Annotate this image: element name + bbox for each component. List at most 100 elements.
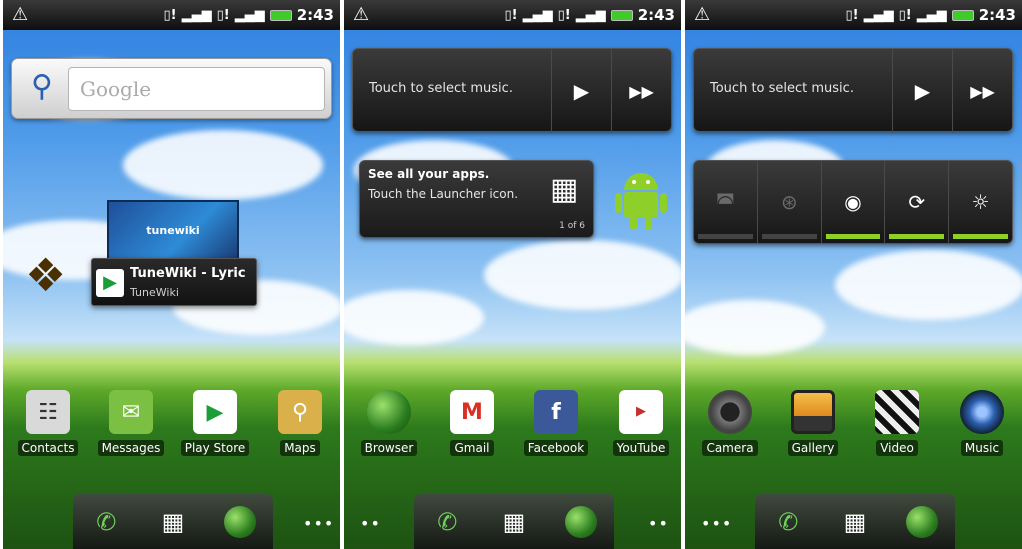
battery-icon [610,9,633,21]
sync-toggle[interactable]: ⟳ [884,161,948,243]
bluetooth-icon: ⊛ [780,190,798,214]
signal1-icon: ▂▄▆ [181,7,212,23]
contacts-icon: ☷ [26,390,70,434]
browser-dock-button[interactable] [902,502,942,542]
app-browser[interactable]: Browser [349,388,429,468]
tooltip-page-count: 1 of 6 [559,221,585,231]
drag-app-title: TuneWiki - Lyric [130,266,246,281]
facebook-icon: f [534,390,578,434]
signal2-icon: ▂▄▆ [916,7,947,23]
browser-icon [367,390,411,434]
app-music[interactable]: Music [942,388,1022,468]
launcher-dock: ✆ ▦ [73,494,273,549]
next-track-button[interactable]: ▶▶ [952,49,1012,133]
app-contacts[interactable]: ☷ Contacts [8,388,88,468]
sync-icon: ⟳ [908,190,926,214]
gps-toggle[interactable]: ◉ [820,161,885,243]
tooltip-body: Touch the Launcher icon. [368,187,519,201]
globe-icon [564,505,597,538]
home-screen-3: ⚠ ▯! ▂▄▆ ▯! ▂▄▆ 2:43 Touch to select mus… [685,0,1022,549]
battery-icon [269,9,292,21]
sim1-icon: ▯! [845,7,859,23]
play-icon: ▶ [573,79,590,103]
page-indicator-right[interactable]: ••• [303,514,334,533]
music-widget[interactable]: Touch to select music. ▶ ▶▶ [693,48,1013,133]
battery-icon [951,9,974,21]
app-label: YouTube [612,440,670,456]
app-label: Contacts [17,440,79,456]
app-row: ☷ Contacts ✉ Messages ▶ Play Store ⚲ Map… [3,388,340,468]
status-bar: ⚠ ▯! ▂▄▆ ▯! ▂▄▆ 2:43 [3,0,340,30]
page-indicator-left[interactable]: ••• [701,514,732,533]
app-label: Camera [702,440,758,456]
page-indicator-right[interactable]: •• [648,514,669,533]
browser-dock-button[interactable] [561,502,601,542]
launcher-icon[interactable]: ▦ [494,502,534,542]
app-messages[interactable]: ✉ Messages [91,388,171,468]
tunewiki-widget-thumbnail[interactable]: tunewiki [107,200,239,260]
next-icon: ▶▶ [629,81,654,101]
phone-icon[interactable]: ✆ [768,502,808,542]
app-maps[interactable]: ⚲ Maps [260,388,340,468]
home-screen-1: ⚠ ▯! ▂▄▆ ▯! ▂▄▆ 2:43 ⚲ Google tunewiki ▶… [3,0,340,549]
gmail-icon: M [450,390,494,434]
phone-icon[interactable]: ✆ [427,502,467,542]
signal2-icon: ▂▄▆ [575,7,606,23]
clapperboard-icon [875,390,919,434]
play-icon: ▶ [914,79,931,103]
play-store-icon: ▶ [96,269,124,297]
app-facebook[interactable]: f Facebook [516,388,596,468]
globe-icon [905,505,938,538]
clock: 2:43 [978,6,1016,24]
phone-icon[interactable]: ✆ [86,502,126,542]
search-icon[interactable]: ⚲ [22,67,62,111]
launcher-dock: ✆ ▦ [755,494,955,549]
app-label: Music [960,440,1004,456]
signal1-icon: ▂▄▆ [522,7,553,23]
gps-icon: ◉ [844,190,862,214]
search-input[interactable]: Google [68,67,325,111]
app-label: Messages [97,440,165,456]
play-button[interactable]: ▶ [551,49,611,133]
launcher-icon[interactable]: ▦ [153,502,193,542]
app-label: Play Store [180,440,250,456]
music-widget-label[interactable]: Touch to select music. [369,81,513,96]
butterfly-icon: ❖ [25,248,67,302]
warning-icon: ⚠ [694,4,711,25]
signal2-icon: ▂▄▆ [234,7,265,23]
sim1-icon: ▯! [163,7,177,23]
app-camera[interactable]: Camera [690,388,770,468]
drag-app-card[interactable]: ▶ TuneWiki - Lyric TuneWiki [91,258,257,306]
sim2-icon: ▯! [557,7,571,23]
launcher-icon[interactable]: ▦ [835,502,875,542]
music-widget-label[interactable]: Touch to select music. [710,81,854,96]
brightness-icon: ☼ [971,190,990,214]
status-bar: ⚠ ▯! ▂▄▆ ▯! ▂▄▆ 2:43 [685,0,1022,30]
warning-icon: ⚠ [353,4,370,25]
next-track-button[interactable]: ▶▶ [611,49,671,133]
next-icon: ▶▶ [970,81,995,101]
music-widget[interactable]: Touch to select music. ▶ ▶▶ [352,48,672,133]
sim2-icon: ▯! [898,7,912,23]
google-search-widget[interactable]: ⚲ Google [11,58,332,119]
app-gallery[interactable]: Gallery [773,388,853,468]
wifi-toggle[interactable]: ◚ [694,161,757,243]
app-label: Gmail [450,440,494,456]
app-label: Video [876,440,918,456]
play-button[interactable]: ▶ [892,49,952,133]
play-store-icon: ▶ [193,390,237,434]
maps-icon: ⚲ [278,390,322,434]
clock: 2:43 [637,6,675,24]
launcher-tooltip[interactable]: See all your apps. Touch the Launcher ic… [359,160,594,238]
tooltip-title: See all your apps. [368,167,490,181]
android-mascot-icon [615,173,667,230]
bluetooth-toggle[interactable]: ⊛ [756,161,821,243]
app-gmail[interactable]: M Gmail [432,388,512,468]
app-label: Browser [360,440,418,456]
browser-dock-button[interactable] [220,502,260,542]
app-play-store[interactable]: ▶ Play Store [175,388,255,468]
page-indicator-left[interactable]: •• [360,514,381,533]
app-youtube[interactable]: ▶ YouTube [601,388,681,468]
brightness-toggle[interactable]: ☼ [948,161,1012,243]
app-video[interactable]: Video [857,388,937,468]
